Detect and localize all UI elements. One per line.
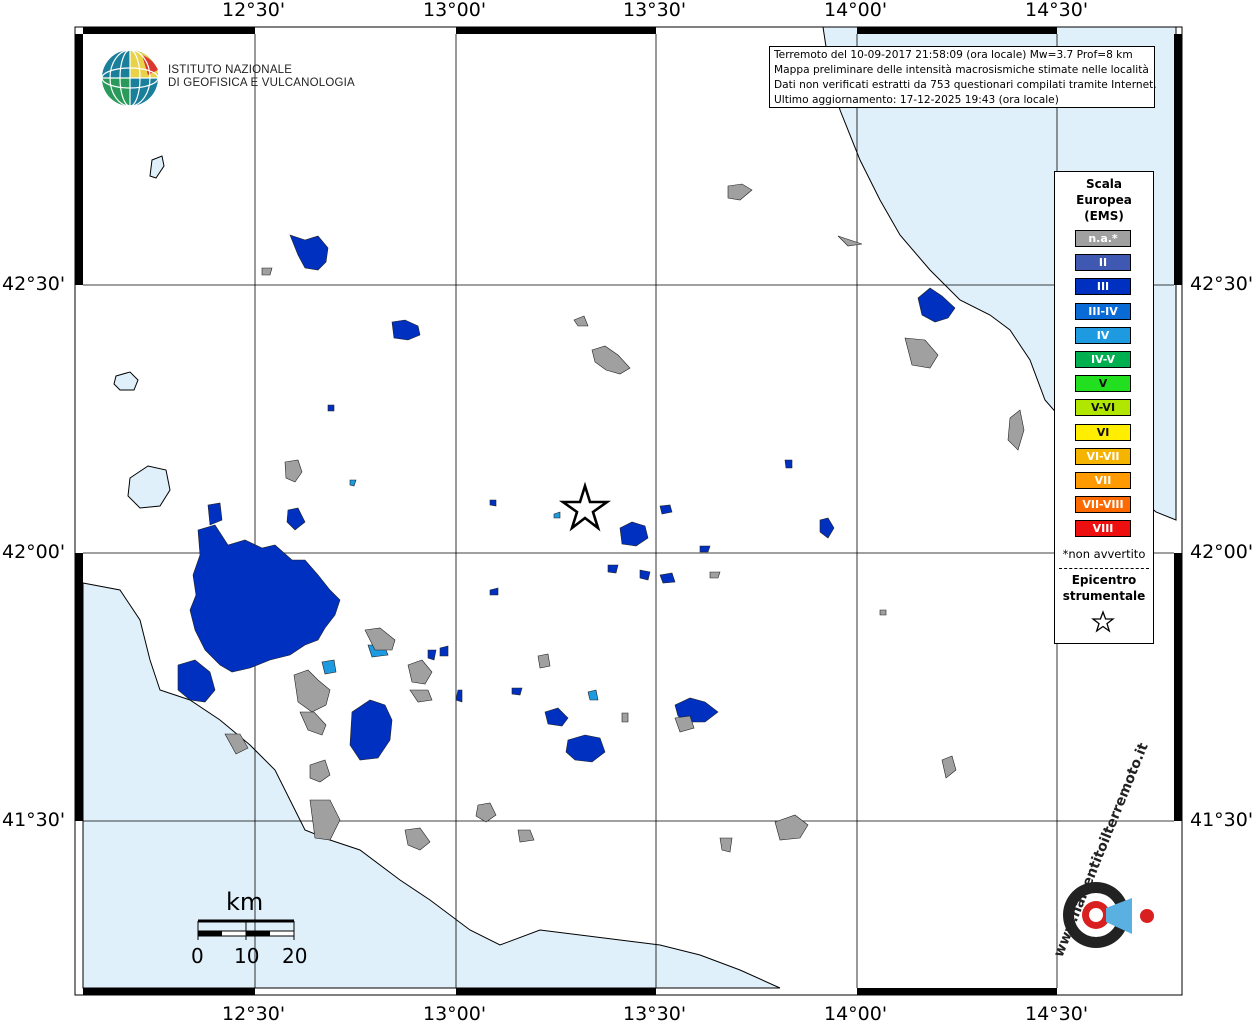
info-line-1: Terremoto del 10-09-2017 21:58:09 (ora l… bbox=[774, 49, 1133, 61]
legend-note: *non avvertito bbox=[1062, 547, 1146, 561]
legend-title-2: Europea bbox=[1076, 193, 1132, 207]
lat-label-left-1: 42°30' bbox=[2, 273, 66, 295]
lon-label-bottom-1: 12°30' bbox=[222, 1003, 286, 1025]
rome-area bbox=[189, 524, 341, 673]
info-line-3: Dati non verificati estratti da 753 ques… bbox=[774, 79, 1157, 91]
area-frosinone-1 bbox=[565, 734, 606, 763]
lon-label-bottom-2: 13°00' bbox=[423, 1003, 487, 1025]
area-ne1 bbox=[289, 234, 329, 271]
legend-epicenter-label: Epicentro strumentale bbox=[1055, 572, 1153, 604]
legend-item-iii-iv: III-IV bbox=[1075, 302, 1131, 320]
lon-label-top-5: 14°30' bbox=[1025, 0, 1089, 21]
legend-item-iv-v: IV-V bbox=[1075, 351, 1131, 368]
lon-label-bottom-3: 13°30' bbox=[623, 1003, 687, 1025]
legend-title: Scala Europea (EMS) bbox=[1055, 176, 1153, 224]
lat-label-right-3: 41°30' bbox=[1190, 809, 1254, 831]
legend-divider bbox=[1059, 568, 1149, 569]
scale-tick-0: 0 bbox=[191, 944, 204, 968]
legend-item-vi-vii: VI-VII bbox=[1075, 447, 1131, 465]
legend-item-iii: III bbox=[1075, 278, 1131, 296]
scale-tick-10: 10 bbox=[234, 944, 260, 968]
legend-item-viii: VIII bbox=[1075, 520, 1131, 538]
legend-item-n-a: n.a.* bbox=[1075, 230, 1131, 247]
legend-epicenter-2: strumentale bbox=[1062, 589, 1146, 603]
lon-label-top-1: 12°30' bbox=[222, 0, 286, 21]
lon-label-top-2: 13°00' bbox=[423, 0, 487, 21]
lon-label-top-4: 14°00' bbox=[824, 0, 888, 21]
lake-bracciano bbox=[127, 465, 171, 509]
info-line-4: Ultimo aggiornamento: 17-12-2025 19:43 (… bbox=[774, 94, 1059, 106]
legend-epicenter-1: Epicentro bbox=[1071, 573, 1137, 587]
epicenter-star bbox=[558, 481, 612, 532]
lat-label-right-1: 42°30' bbox=[1190, 273, 1254, 295]
legend-item-vii-viii: VII-VIII bbox=[1075, 496, 1131, 514]
legend-item-ii: II bbox=[1075, 254, 1131, 272]
legend-star-icon bbox=[1091, 610, 1115, 633]
legend-item-v: V bbox=[1075, 375, 1131, 393]
area-colli bbox=[349, 699, 393, 761]
ingv-line1: ISTITUTO NAZIONALE bbox=[168, 64, 293, 76]
legend-item-vii: VII bbox=[1075, 472, 1131, 489]
ingv-line2: DI GEOFISICA E VULCANOLOGIA bbox=[168, 77, 355, 89]
lat-label-right-2: 42°00' bbox=[1190, 541, 1254, 563]
legend-title-1: Scala bbox=[1085, 177, 1123, 191]
event-info-box: Terremoto del 10-09-2017 21:58:09 (ora l… bbox=[769, 46, 1157, 108]
lon-label-bottom-4: 14°00' bbox=[824, 1003, 888, 1025]
lake-trasimeno-frag bbox=[149, 155, 165, 179]
legend-title-3: (EMS) bbox=[1084, 209, 1124, 223]
tyrrhenian-sea bbox=[82, 582, 781, 989]
area-pescara bbox=[917, 287, 956, 323]
area-near-epi bbox=[619, 521, 649, 547]
lon-label-bottom-5: 14°30' bbox=[1025, 1003, 1089, 1025]
legend-item-vi: VI bbox=[1075, 423, 1131, 441]
legend-item-iv: IV bbox=[1075, 326, 1131, 344]
ingv-logo-text: ISTITUTO NAZIONALE DI GEOFISICA E VULCAN… bbox=[168, 64, 355, 90]
locality-areas bbox=[177, 183, 1025, 853]
lat-label-left-3: 41°30' bbox=[2, 809, 66, 831]
lon-label-top-3: 13°30' bbox=[623, 0, 687, 21]
scale-unit: km bbox=[226, 888, 264, 916]
scale-tick-20: 20 bbox=[282, 944, 308, 968]
lake-bolsena bbox=[113, 371, 139, 391]
lat-label-left-2: 42°00' bbox=[2, 541, 66, 563]
ems-legend: Scala Europea (EMS) n.a.* II III III-IV IV IV… bbox=[1054, 171, 1154, 644]
legend-item-v-vi: V-VI bbox=[1075, 399, 1131, 417]
ingv-logo-icon bbox=[101, 49, 159, 107]
info-line-2: Mappa preliminare delle intensità macros… bbox=[774, 64, 1149, 76]
